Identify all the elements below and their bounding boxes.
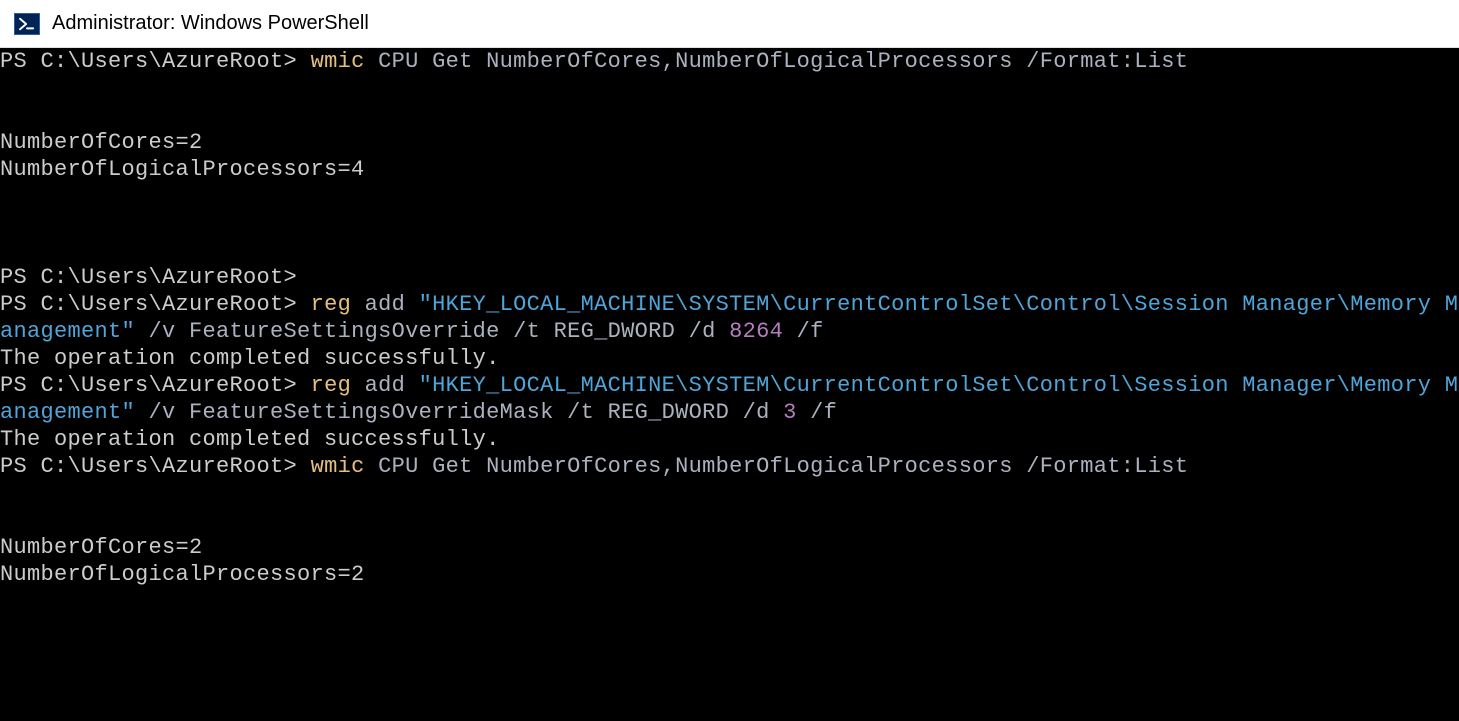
terminal-line (0, 75, 1459, 102)
terminal-line: NumberOfLogicalProcessors=4 (0, 156, 1459, 183)
terminal-line: PS C:\Users\AzureRoot> wmic CPU Get Numb… (0, 48, 1459, 75)
terminal-line: PS C:\Users\AzureRoot> (0, 264, 1459, 291)
window-titlebar[interactable]: Administrator: Windows PowerShell (0, 0, 1459, 48)
terminal-line (0, 102, 1459, 129)
terminal-line: The operation completed successfully. (0, 345, 1459, 372)
terminal-line: NumberOfCores=2 (0, 129, 1459, 156)
terminal-line: PS C:\Users\AzureRoot> wmic CPU Get Numb… (0, 453, 1459, 480)
terminal-line (0, 237, 1459, 264)
terminal-line: PS C:\Users\AzureRoot> reg add "HKEY_LOC… (0, 291, 1459, 345)
terminal-output[interactable]: PS C:\Users\AzureRoot> wmic CPU Get Numb… (0, 48, 1459, 721)
terminal-line: NumberOfLogicalProcessors=2 (0, 561, 1459, 588)
terminal-line (0, 210, 1459, 237)
terminal-line: NumberOfCores=2 (0, 534, 1459, 561)
terminal-line (0, 480, 1459, 507)
powershell-icon (14, 13, 40, 35)
window-title: Administrator: Windows PowerShell (52, 12, 369, 35)
terminal-line (0, 507, 1459, 534)
terminal-line: The operation completed successfully. (0, 426, 1459, 453)
terminal-line (0, 183, 1459, 210)
terminal-line: PS C:\Users\AzureRoot> reg add "HKEY_LOC… (0, 372, 1459, 426)
